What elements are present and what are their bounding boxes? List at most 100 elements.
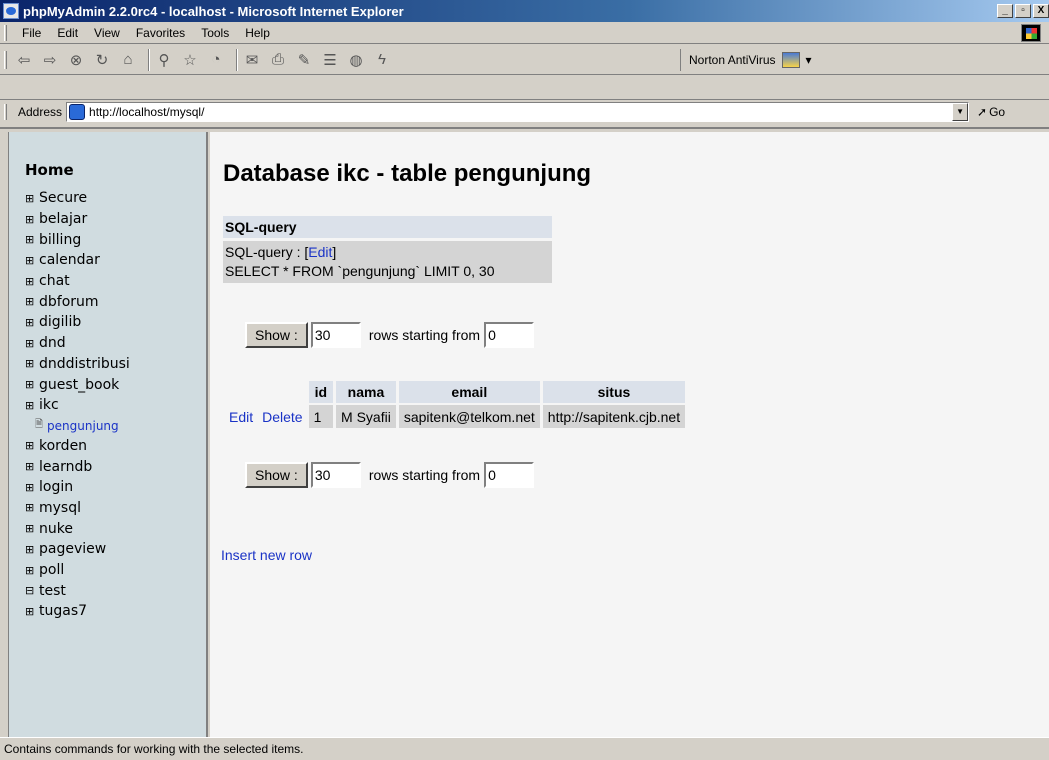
favorites-icon[interactable]: ☆ — [180, 50, 200, 70]
minimize-button[interactable]: _ — [997, 4, 1013, 18]
start-row-input[interactable]: 0 — [484, 462, 535, 488]
menu-tools[interactable]: Tools — [193, 24, 237, 42]
column-header-nama[interactable]: nama — [336, 381, 396, 403]
start-row-input[interactable]: 0 — [484, 322, 535, 348]
database-item[interactable]: ⊞ pageview — [25, 539, 130, 560]
address-grip — [4, 104, 7, 120]
collapse-icon[interactable]: ⊟ — [25, 584, 39, 597]
database-item[interactable]: ⊞ mysql — [25, 498, 130, 519]
go-button[interactable]: ➚ Go — [977, 105, 1005, 119]
table-label: pengunjung — [47, 418, 119, 433]
page-title: Database ikc - table pengunjung — [223, 160, 592, 187]
database-item[interactable]: ⊞ tugas7 — [25, 601, 130, 622]
search-icon[interactable]: ⚲ — [154, 50, 174, 70]
expand-icon[interactable]: ⊞ — [25, 543, 39, 556]
database-label: dnd — [39, 335, 66, 352]
insert-new-row-link[interactable]: Insert new row — [221, 547, 312, 563]
show-button[interactable]: Show : — [245, 462, 308, 488]
expand-icon[interactable]: ⊞ — [25, 254, 39, 267]
mail-icon[interactable]: ✉ — [242, 50, 262, 70]
address-input[interactable]: http://localhost/mysql/ ▼ — [66, 102, 970, 122]
database-item[interactable]: ⊞ belajar — [25, 209, 130, 230]
menu-help[interactable]: Help — [237, 24, 278, 42]
expand-icon[interactable]: ⊞ — [25, 399, 39, 412]
sql-edit-link[interactable]: Edit — [308, 244, 332, 260]
ie-icon — [3, 3, 19, 19]
menu-view[interactable]: View — [86, 24, 128, 42]
expand-icon[interactable]: ⊞ — [25, 605, 39, 618]
expand-icon[interactable]: ⊞ — [25, 460, 39, 473]
menu-file[interactable]: File — [14, 24, 49, 42]
database-item[interactable]: ⊞ login — [25, 477, 130, 498]
database-item[interactable]: ⊞ digilib — [25, 312, 130, 333]
refresh-icon[interactable]: ↻ — [92, 50, 112, 70]
close-button[interactable]: X — [1033, 4, 1049, 18]
show-button[interactable]: Show : — [245, 322, 308, 348]
rows-count-input[interactable]: 30 — [310, 462, 361, 488]
expand-icon[interactable]: ⊞ — [25, 295, 39, 308]
expand-icon[interactable]: ⊞ — [25, 481, 39, 494]
table-icon: 🗎 — [35, 419, 44, 431]
expand-icon[interactable]: ⊞ — [25, 213, 39, 226]
column-header-email[interactable]: email — [398, 381, 540, 403]
database-item[interactable]: ⊞ nuke — [25, 518, 130, 539]
database-item[interactable]: ⊞ guest_book — [25, 374, 130, 395]
database-item[interactable]: ⊞ Secure — [25, 188, 130, 209]
address-label: Address — [18, 105, 63, 119]
lightning-icon[interactable]: ϟ — [372, 50, 392, 70]
norton-toolbar[interactable]: Norton AntiVirus ▾ — [680, 49, 812, 71]
history-icon[interactable]: ◔ — [206, 50, 226, 70]
expand-icon[interactable]: ⊞ — [25, 275, 39, 288]
expand-icon[interactable]: ⊞ — [25, 564, 39, 577]
messenger-icon[interactable]: ◍ — [346, 50, 366, 70]
column-header-id[interactable]: id — [308, 381, 334, 403]
delete-row-link[interactable]: Delete — [259, 405, 305, 428]
expand-icon[interactable]: ⊞ — [25, 439, 39, 452]
expand-icon[interactable]: ⊞ — [25, 357, 39, 370]
database-item[interactable]: ⊞ calendar — [25, 250, 130, 271]
table-item-pengunjung[interactable]: 🗎 pengunjung — [25, 416, 130, 436]
sql-bracket-close: ] — [332, 244, 337, 260]
chevron-down-icon[interactable]: ▾ — [806, 53, 812, 67]
edit-icon[interactable]: ✎ — [294, 50, 314, 70]
database-item[interactable]: ⊞ korden — [25, 436, 130, 457]
expand-icon[interactable]: ⊞ — [25, 337, 39, 350]
rows-count-input[interactable]: 30 — [310, 322, 361, 348]
window-title: phpMyAdmin 2.2.0rc4 - localhost - Micros… — [23, 3, 404, 19]
stop-icon[interactable]: ⊗ — [66, 50, 86, 70]
rows-starting-label: rows starting from — [368, 327, 481, 343]
database-item[interactable]: ⊞ billing — [25, 229, 130, 250]
go-arrow-icon: ➚ — [977, 105, 988, 119]
expand-icon[interactable]: ⊞ — [25, 233, 39, 246]
expand-icon[interactable]: ⊞ — [25, 522, 39, 535]
main-content-frame: Database ikc - table pengunjung SQL-quer… — [210, 132, 1049, 737]
column-header-situs[interactable]: situs — [542, 381, 686, 403]
expand-icon[interactable]: ⊞ — [25, 192, 39, 205]
database-item-test[interactable]: ⊟ test — [25, 580, 130, 601]
database-item[interactable]: ⊞ poll — [25, 560, 130, 581]
forward-icon[interactable]: ⇨ — [40, 50, 60, 70]
action-column-header — [226, 381, 306, 403]
cell-nama: M Syafii — [336, 405, 396, 428]
discuss-icon[interactable]: ☰ — [320, 50, 340, 70]
home-icon[interactable]: ⌂ — [118, 50, 138, 70]
database-item-ikc[interactable]: ⊞ ikc — [25, 395, 130, 416]
expand-icon[interactable]: ⊞ — [25, 378, 39, 391]
home-link[interactable]: Home — [25, 161, 74, 179]
print-icon[interactable]: ⎙ — [268, 50, 288, 70]
database-item[interactable]: ⊞ dnddistribusi — [25, 354, 130, 375]
expand-icon[interactable]: ⊞ — [25, 501, 39, 514]
menu-grip — [4, 25, 7, 41]
expand-icon[interactable]: ⊞ — [25, 316, 39, 329]
maximize-button[interactable]: ▫ — [1015, 4, 1031, 18]
address-dropdown-button[interactable]: ▼ — [952, 103, 969, 121]
database-item[interactable]: ⊞ chat — [25, 271, 130, 292]
database-item[interactable]: ⊞ dnd — [25, 333, 130, 354]
edit-row-link[interactable]: Edit — [226, 405, 256, 428]
back-icon[interactable]: ⇦ — [14, 50, 34, 70]
database-label: tugas7 — [39, 603, 88, 620]
database-item[interactable]: ⊞ dbforum — [25, 291, 130, 312]
menu-edit[interactable]: Edit — [49, 24, 86, 42]
menu-favorites[interactable]: Favorites — [128, 24, 193, 42]
database-item[interactable]: ⊞ learndb — [25, 456, 130, 477]
